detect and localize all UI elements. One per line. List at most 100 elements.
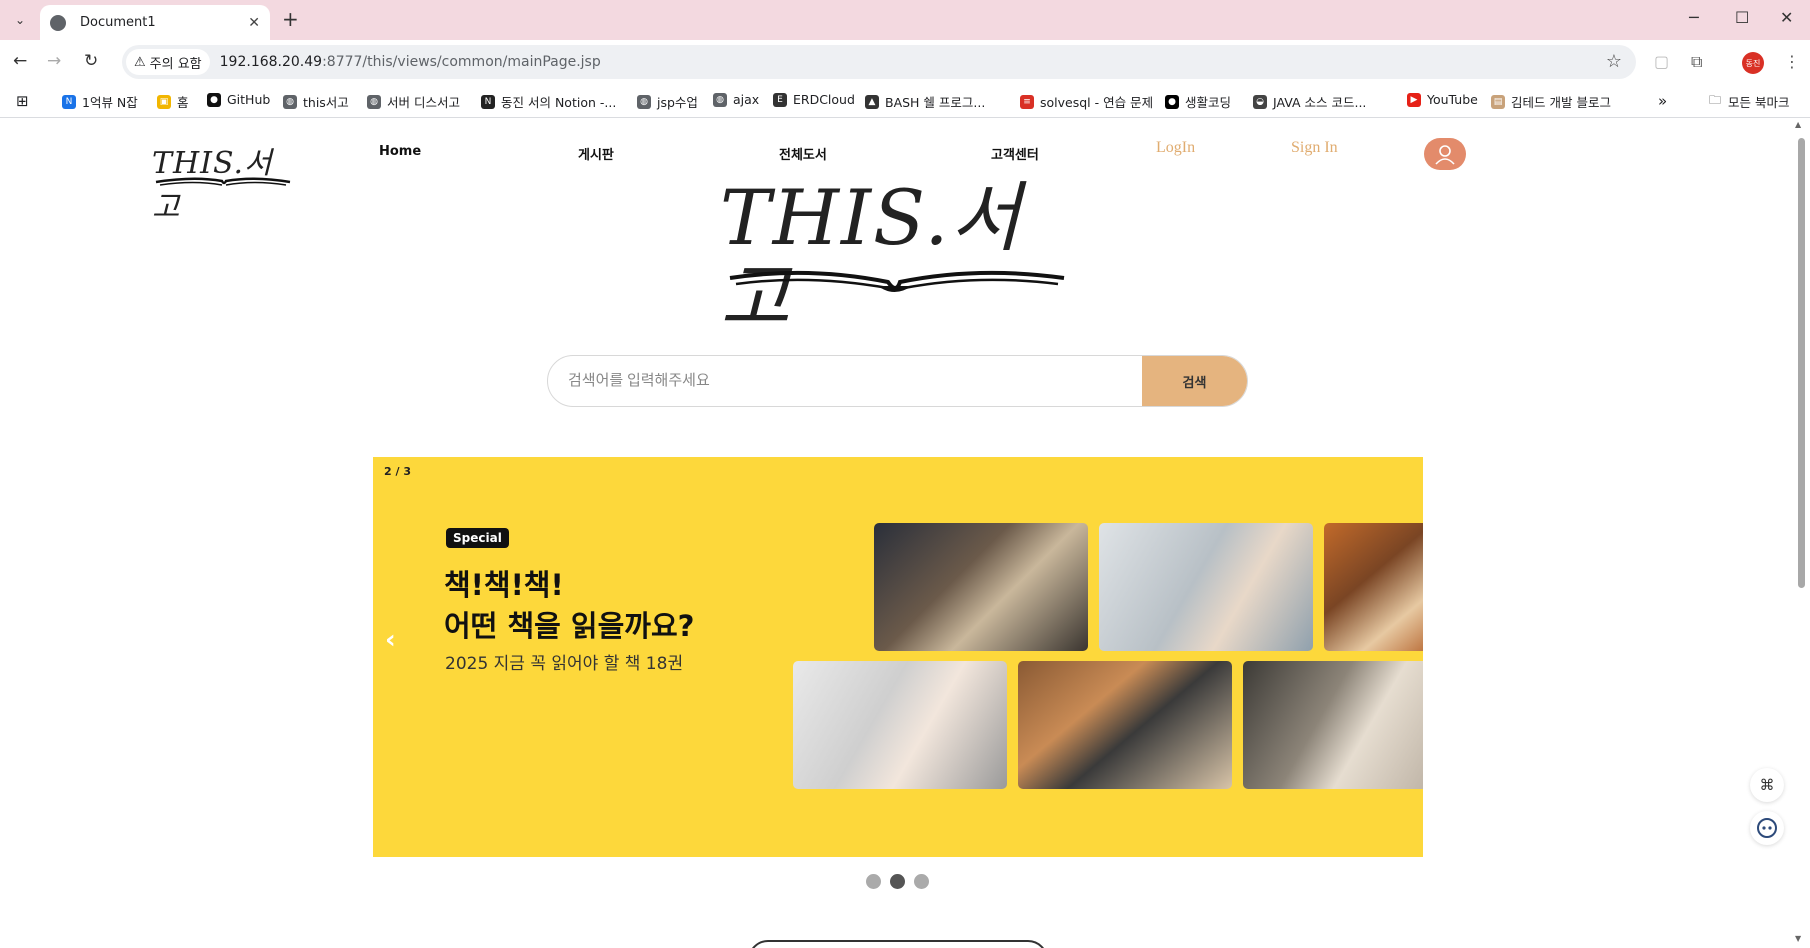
bookmark-favicon-icon: ● <box>207 92 221 107</box>
book-photo <box>1099 523 1313 651</box>
profile-avatar[interactable]: 동진 <box>1742 52 1764 74</box>
web-page: THIS.서고 Home 게시판 전체도서 고객센터 LogIn Sign In… <box>0 118 1790 948</box>
scroll-up-icon[interactable]: ▲ <box>1795 120 1801 129</box>
bookmark-item[interactable]: ▤ 김테드 개발 블로그 <box>1491 92 1611 111</box>
book-photo <box>793 661 1007 789</box>
robot-face-icon <box>1757 818 1777 838</box>
page-scrollbar[interactable]: ▲ ▼ <box>1790 118 1810 948</box>
carousel-dot[interactable] <box>914 874 929 889</box>
browser-chrome: ⌄ Document1 ✕ + ─ ☐ ✕ ← → ↻ ⚠ 주의 요함 192.… <box>0 0 1810 118</box>
extension-icon[interactable]: ⧉ <box>1691 52 1702 72</box>
bookmark-item[interactable]: ≡ solvesql - 연습 문제 <box>1020 92 1153 111</box>
nav-login[interactable]: LogIn <box>1156 139 1195 157</box>
bookmark-item[interactable]: ◍ jsp수업 <box>637 92 698 111</box>
bookmark-label: jsp수업 <box>657 95 698 110</box>
banner-heading-line1: 책!책!책! <box>444 568 564 602</box>
bookmark-item[interactable]: N 1억뷰 N잡 <box>62 92 138 111</box>
bookmark-favicon-icon: ▶ <box>1407 92 1421 107</box>
user-menu-button[interactable] <box>1424 138 1466 170</box>
bookmark-item[interactable]: ▶ YouTube <box>1407 92 1478 107</box>
minimize-button[interactable]: ─ <box>1689 8 1699 27</box>
nav-all-books[interactable]: 전체도서 <box>779 144 827 163</box>
kebab-menu-icon[interactable]: ⋮ <box>1784 52 1800 71</box>
more-bookmarks-button[interactable]: » <box>1658 92 1667 110</box>
book-photo <box>874 523 1088 651</box>
bookmark-item[interactable]: ◍ 서버 디스서고 <box>367 92 460 111</box>
security-label: 주의 요함 <box>149 56 202 72</box>
carousel-dot-active[interactable] <box>890 874 905 889</box>
bookmark-item[interactable]: ● GitHub <box>207 92 270 107</box>
folder-icon: 🗀 <box>1708 93 1721 107</box>
bookmark-favicon-icon: ◍ <box>713 92 727 107</box>
book-photo <box>1018 661 1232 789</box>
bookmark-label: 생활코딩 <box>1185 95 1232 110</box>
close-icon[interactable]: ✕ <box>248 15 260 31</box>
bookmark-label: 서버 디스서고 <box>387 95 460 110</box>
address-bar[interactable]: ⚠ 주의 요함 192.168.20.49:8777/this/views/co… <box>122 45 1636 79</box>
nav-board[interactable]: 게시판 <box>578 144 614 163</box>
bookmark-favicon-icon: ◍ <box>283 94 297 109</box>
bookmark-favicon-icon: E <box>773 92 787 107</box>
book-photo <box>1324 523 1423 651</box>
hero-logo-text: THIS.서고 <box>720 173 1023 342</box>
bookmark-item[interactable]: ◍ this서고 <box>283 92 349 111</box>
carousel-dots <box>866 874 929 889</box>
shortcut-icon[interactable]: ⌘ <box>1750 768 1784 802</box>
bookmark-label: YouTube <box>1427 92 1478 107</box>
banner-subtitle: 2025 지금 꼭 읽어야 할 책 18권 <box>445 654 684 674</box>
search-button[interactable]: 검색 <box>1142 356 1247 406</box>
chatbot-icon[interactable] <box>1750 811 1784 845</box>
back-icon[interactable]: ← <box>13 51 27 71</box>
banner-carousel: 2 / 3 Special 책!책!책! 어떤 책을 읽을까요? 2025 지금… <box>373 457 1423 857</box>
bookmark-item[interactable]: ◒ JAVA 소스 코드... <box>1253 92 1366 111</box>
search-input[interactable] <box>548 356 1142 406</box>
bookmark-item[interactable]: ▣ 홈 <box>157 92 189 111</box>
reload-icon[interactable]: ↻ <box>84 51 98 71</box>
new-tab-button[interactable]: + <box>282 8 299 30</box>
bookmark-item[interactable]: N 동진 서의 Notion -... <box>481 92 616 111</box>
banner-heading: 책!책!책! 어떤 책을 읽을까요? <box>444 565 694 647</box>
bookmark-item[interactable]: ● 생활코딩 <box>1165 92 1231 111</box>
bookmark-favicon-icon: ◍ <box>367 94 381 109</box>
section-header-outline <box>748 940 1048 948</box>
bookmark-item[interactable]: ▲ BASH 쉘 프로그... <box>865 92 985 111</box>
book-icon <box>155 177 291 186</box>
hero-logo: THIS.서고 <box>720 178 1080 338</box>
window-close-button[interactable]: ✕ <box>1780 8 1793 27</box>
chevron-down-icon: ⌄ <box>14 13 26 27</box>
warning-icon: ⚠ <box>134 54 146 70</box>
scroll-down-icon[interactable]: ▼ <box>1795 934 1801 943</box>
bookmark-favicon-icon: ● <box>1165 94 1179 109</box>
apps-grid-icon[interactable]: ⊞ <box>16 92 29 110</box>
globe-icon <box>50 14 66 31</box>
carousel-dot[interactable] <box>866 874 881 889</box>
bookmark-item[interactable]: ◍ ajax <box>713 92 759 107</box>
bookmark-label: solvesql - 연습 문제 <box>1040 95 1154 110</box>
user-icon <box>1435 145 1455 165</box>
bookmark-favicon-icon: N <box>481 94 495 109</box>
star-icon[interactable]: ☆ <box>1606 51 1622 72</box>
nav-support[interactable]: 고객센터 <box>991 144 1039 163</box>
forward-icon[interactable]: → <box>47 51 61 71</box>
security-indicator[interactable]: ⚠ 주의 요함 <box>126 49 210 75</box>
url-text[interactable]: 192.168.20.49:8777/this/views/common/mai… <box>220 54 601 70</box>
all-bookmarks-button[interactable]: 🗀 모든 북마크 <box>1708 92 1790 111</box>
search-bar: 검색 <box>547 355 1248 407</box>
all-bookmarks-label: 모든 북마크 <box>1728 95 1790 110</box>
nav-signin[interactable]: Sign In <box>1291 139 1338 157</box>
site-logo[interactable]: THIS.서고 <box>152 138 292 225</box>
scrollbar-thumb[interactable] <box>1798 138 1805 588</box>
tab-active[interactable]: Document1 ✕ <box>40 5 270 40</box>
bookmark-label: 1억뷰 N잡 <box>82 95 138 110</box>
bookmark-label: 김테드 개발 블로그 <box>1511 95 1611 110</box>
chevron-left-icon[interactable]: ‹ <box>385 625 396 655</box>
bookmark-favicon-icon: ▲ <box>865 94 879 109</box>
bookmark-favicon-icon: ◒ <box>1253 94 1267 109</box>
tab-search-button[interactable]: ⌄ <box>8 8 32 32</box>
bookmark-label: BASH 쉘 프로그... <box>885 95 986 110</box>
nav-home[interactable]: Home <box>379 144 421 159</box>
bookmark-item[interactable]: E ERDCloud <box>773 92 855 107</box>
extension-slot-icon[interactable]: ▢ <box>1654 52 1669 71</box>
maximize-button[interactable]: ☐ <box>1735 8 1749 27</box>
open-book-icon <box>729 270 1065 292</box>
